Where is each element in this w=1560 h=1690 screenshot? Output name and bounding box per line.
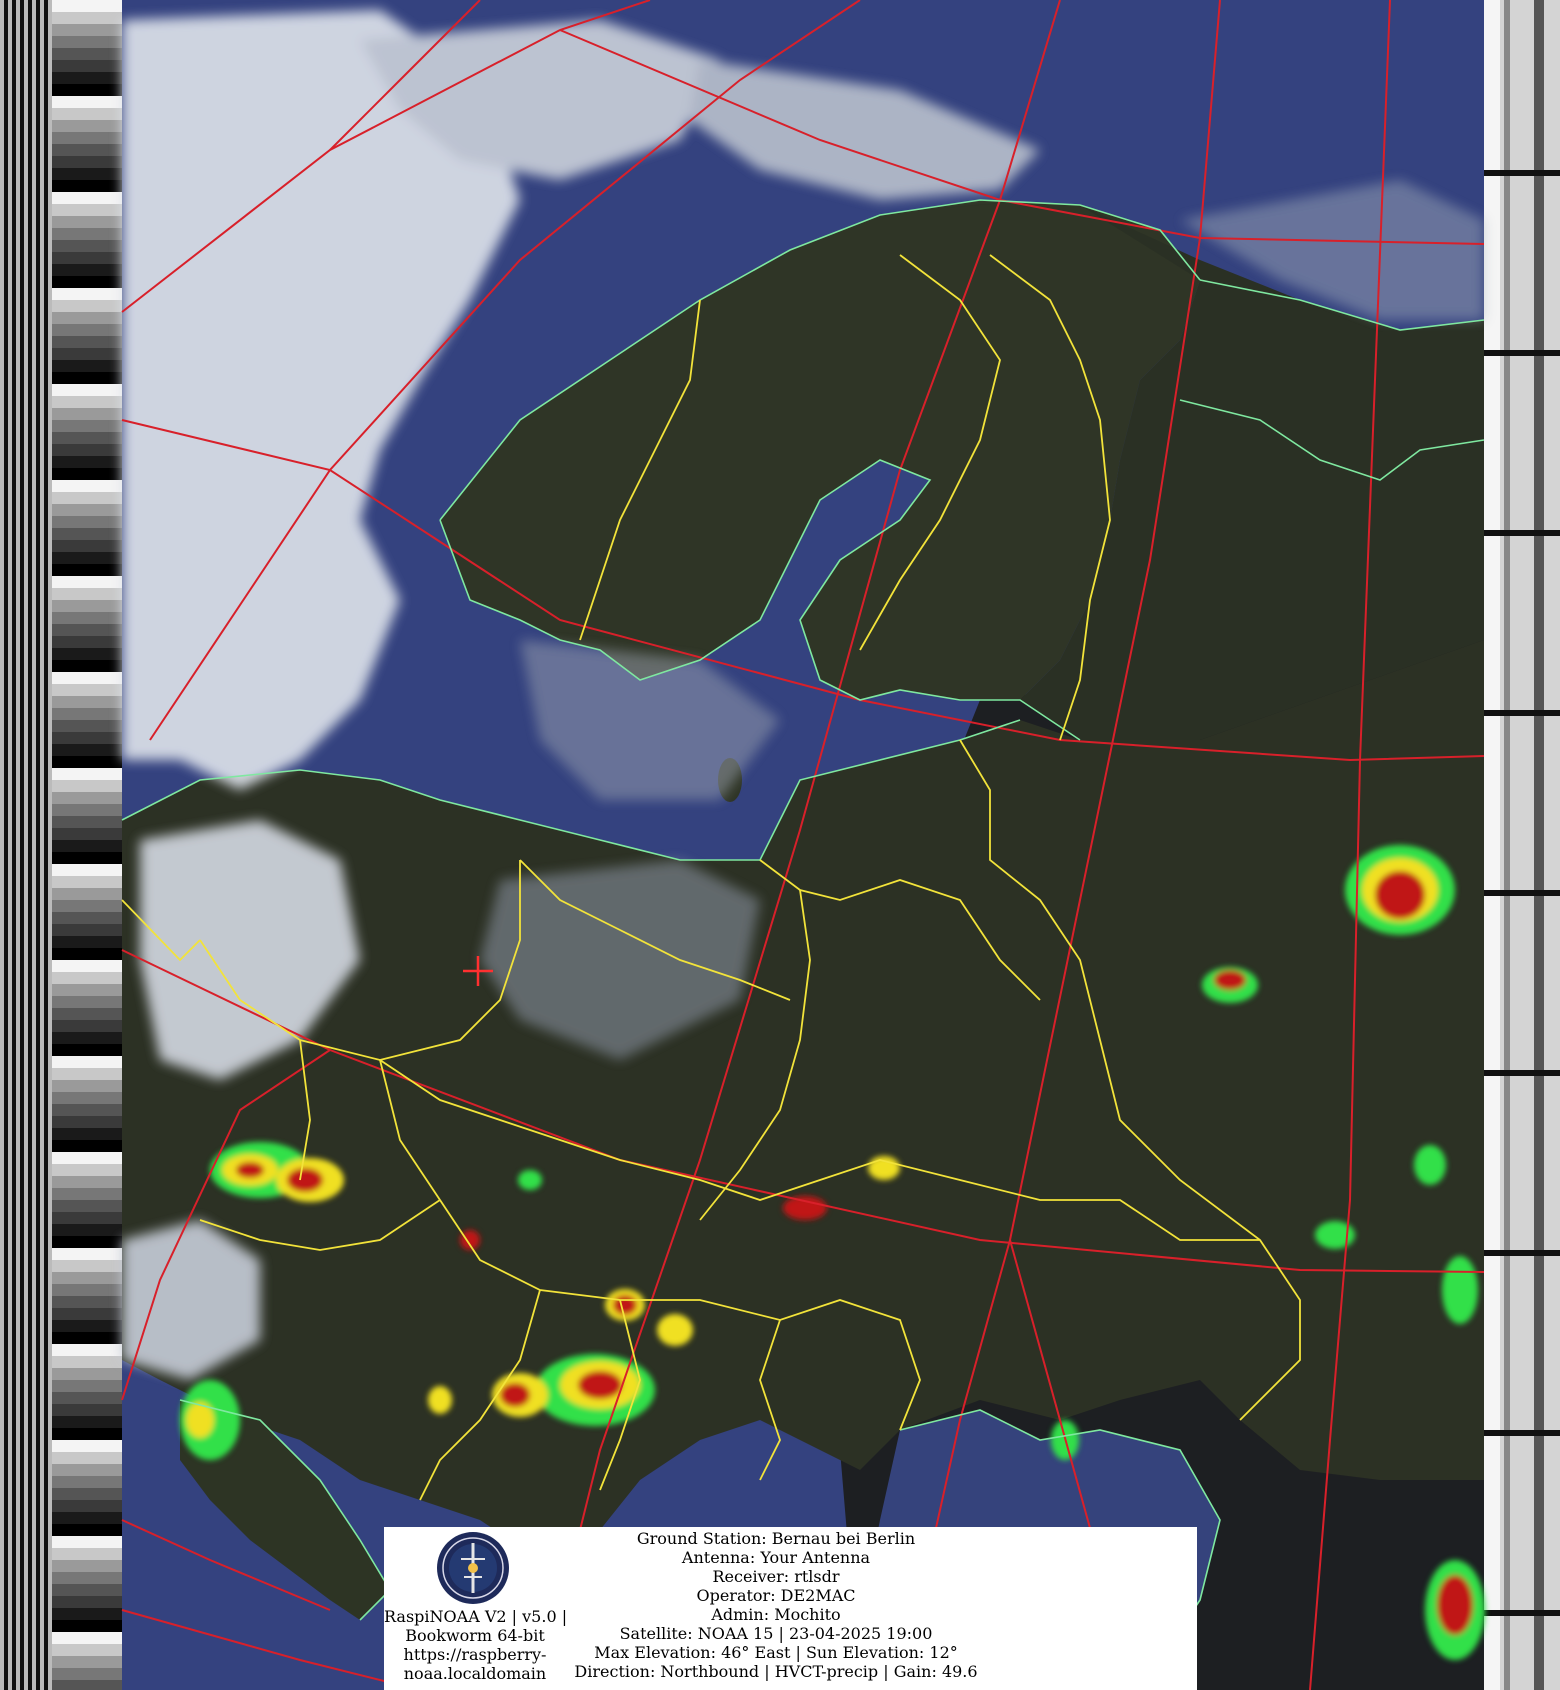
ground-station-text: Ground Station: Bernau bei Berlin xyxy=(636,1529,916,1548)
os-text: Bookworm 64-bit xyxy=(405,1626,545,1645)
receiver-text: Receiver: rtlsdr xyxy=(712,1567,840,1586)
admin-text: Admin: Mochito xyxy=(711,1605,841,1624)
left-wedge-strip xyxy=(52,0,122,1690)
right-telemetry-strip xyxy=(1484,0,1560,1690)
app-info: RaspiNOAA V2 | v5.0 | Bookworm 64-bit ht… xyxy=(384,1607,568,1683)
operator-text: Operator: DE2MAC xyxy=(696,1586,856,1605)
satellite-text: Satellite: NOAA 15 | 23-04-2025 19:00 xyxy=(619,1624,933,1643)
info-overlay: RaspiNOAA V2 | v5.0 | Bookworm 64-bit ht… xyxy=(384,1527,1197,1690)
elevation-text: Max Elevation: 46° East | Sun Elevation:… xyxy=(594,1643,958,1662)
app-version-text: RaspiNOAA V2 | v5.0 | xyxy=(384,1607,568,1626)
url-text-2: noaa.localdomain xyxy=(403,1664,547,1683)
raspinoaa-logo-icon xyxy=(437,1532,509,1604)
direction-text: Direction: Northbound | HVCT-precip | Ga… xyxy=(574,1662,978,1681)
antenna-text: Antenna: Your Antenna xyxy=(681,1548,871,1567)
satellite-image: RaspiNOAA V2 | v5.0 | Bookworm 64-bit ht… xyxy=(0,0,1560,1690)
weather-map xyxy=(0,0,1560,1690)
left-sync-strip xyxy=(0,0,52,1690)
url-text-1: https://raspberry- xyxy=(403,1645,547,1664)
